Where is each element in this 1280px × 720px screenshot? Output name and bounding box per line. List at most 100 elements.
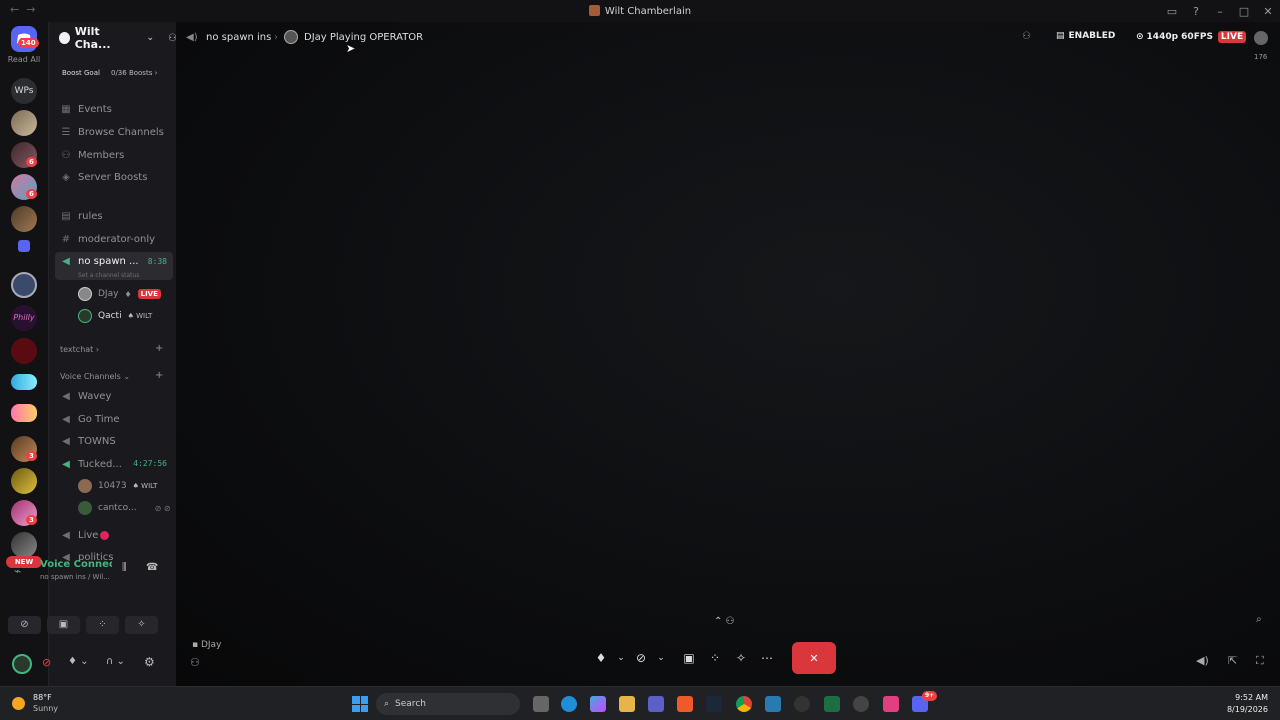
inbox-icon[interactable]: ▭ [1160, 5, 1184, 18]
voice-user-djay[interactable]: DJay ♦ LIVE [78, 287, 161, 301]
activities-button[interactable]: ⁘ [86, 616, 119, 634]
voice-channel-gotime[interactable]: ◀ Go Time [55, 409, 173, 429]
guild-4[interactable] [11, 206, 37, 232]
category-voice[interactable]: Voice Channels ⌄ [60, 372, 130, 381]
more-options-button[interactable]: ⋯ [754, 645, 780, 671]
copilot-icon[interactable] [590, 696, 606, 712]
volume-icon[interactable]: ◀) [1196, 654, 1209, 667]
minimize-button[interactable]: – [1208, 5, 1232, 18]
chevron-down-icon[interactable]: ⌄ [614, 645, 628, 671]
channel-rules[interactable]: ▤ rules [55, 206, 173, 226]
boost-count[interactable]: 0/36 Boosts › [111, 69, 157, 77]
avatar [78, 479, 92, 493]
chevron-down-icon[interactable]: ⌄ [654, 645, 668, 671]
settings-gear-icon[interactable]: ⚙ [144, 655, 155, 669]
avatar [78, 287, 92, 301]
file-explorer-icon[interactable] [619, 696, 635, 712]
voice-channel-live[interactable]: ◀ Live [55, 525, 173, 545]
mic-button[interactable]: ♦ [588, 645, 614, 671]
nav-server-boosts[interactable]: ◈ Server Boosts [55, 167, 173, 187]
channel-name[interactable]: no spawn ins [206, 32, 271, 43]
close-button[interactable]: ✕ [1256, 5, 1280, 18]
steam-icon[interactable] [706, 696, 722, 712]
mic-icon[interactable]: ♦ ⌄ [68, 656, 89, 667]
dm-badge: 140 [18, 38, 39, 48]
teams-icon[interactable] [648, 696, 664, 712]
nav-browse-channels[interactable]: ☰ Browse Channels [55, 122, 173, 142]
disconnect-icon[interactable]: ☎ [146, 562, 158, 573]
screen-icon: ▤ [1056, 31, 1065, 41]
photos-icon[interactable] [765, 696, 781, 712]
screen-share-button[interactable]: ▣ [676, 645, 702, 671]
taskbar-search[interactable]: ⌕ Search [376, 693, 520, 715]
brave-icon[interactable] [677, 696, 693, 712]
windows-start-icon[interactable] [352, 696, 368, 712]
user-avatar[interactable] [12, 654, 32, 674]
quality-chip[interactable]: ⊙ 1440p 60FPS LIVE [1136, 31, 1247, 43]
voice-user-qacti[interactable]: Qacti ♠ WILT [78, 309, 152, 323]
add-channel-icon[interactable]: + [155, 343, 163, 354]
voice-location[interactable]: no spawn ins / Wil... [40, 573, 110, 581]
windows-taskbar: 88°F Sunny ⌕ Search 9+ 9:52 AM 8/19/2026 [0, 686, 1280, 720]
camera-off-button[interactable]: ⊘ [628, 645, 654, 671]
obs-icon[interactable] [853, 696, 869, 712]
maximize-button[interactable]: □ [1232, 5, 1256, 18]
excel-icon[interactable] [824, 696, 840, 712]
voice-connected-status[interactable]: Voice Connecte [40, 559, 112, 570]
fullscreen-icon[interactable]: ⛶ [1256, 654, 1264, 668]
soundboard-icon[interactable]: ⫼ [122, 562, 127, 573]
voice-channel-tucked[interactable]: ◀ Tucked... 4:27:56 [55, 454, 173, 474]
live-badge: LIVE [137, 289, 161, 299]
popout-icon[interactable]: ⇱ [1228, 654, 1237, 667]
clock-time[interactable]: 9:52 AM [1210, 693, 1268, 702]
soundboard-button[interactable]: ✧ [728, 645, 754, 671]
edge-icon[interactable] [561, 696, 577, 712]
mouse-cursor-icon: ➤ [346, 42, 356, 55]
voice-channel-towns[interactable]: ◀ TOWNS [55, 431, 173, 451]
stream-view[interactable]: ◀) no spawn ins › DJay Playing OPERATOR … [176, 22, 1280, 686]
guild-pink[interactable] [11, 404, 37, 422]
chrome-icon[interactable] [736, 696, 752, 712]
guild-1[interactable] [11, 110, 37, 136]
viewer-count: 176 [1254, 53, 1268, 61]
viewer-avatar[interactable] [1254, 31, 1268, 45]
guild-red[interactable] [11, 338, 37, 364]
voice-channel-wavey[interactable]: ◀ Wavey [55, 386, 173, 406]
category-textchat[interactable]: textchat › [60, 345, 99, 354]
user-settings-icon[interactable]: ⚇ [1022, 31, 1031, 42]
weather-temp[interactable]: 88°F [33, 693, 52, 702]
channel-status[interactable]: Set a channel status [78, 272, 139, 279]
voice-user-cantco[interactable]: cantco... ⊘ ⊘ [78, 501, 171, 515]
soundboard-button[interactable]: ✧ [125, 616, 158, 634]
enabled-chip[interactable]: ▤ ENABLED [1056, 31, 1115, 41]
guild-6[interactable] [11, 468, 37, 494]
video-off-button[interactable]: ⊘ [8, 616, 41, 634]
weather-condition: Sunny [33, 704, 59, 713]
screen-share-button[interactable]: ▣ [47, 616, 80, 634]
zoom-icon[interactable]: ⌕ [1256, 614, 1262, 625]
server-header[interactable]: Wilt Cha... ⌄ ⚇ [49, 22, 177, 54]
channel-moderator-only[interactable]: # moderator-only [55, 229, 173, 249]
call-controls: ♦ ⌄ ⊘ ⌄ ▣ ⁘ ✧ ⋯ ✕ [588, 642, 836, 674]
speaker-icon: ◀ [62, 458, 70, 470]
activities-button[interactable]: ⁘ [702, 645, 728, 671]
voice-user-10473[interactable]: 10473 ♠ WILT [78, 479, 157, 493]
nav-events[interactable]: ▦ Events [55, 99, 173, 119]
task-view-icon[interactable] [533, 696, 549, 712]
app-pink-icon[interactable] [883, 696, 899, 712]
guild-cyan[interactable] [11, 374, 37, 390]
camera-off-icon[interactable]: ⊘ [42, 656, 51, 669]
headphones-icon[interactable]: ∩ ⌄ [106, 656, 125, 667]
app-g-icon[interactable] [794, 696, 810, 712]
nav-members[interactable]: ⚇ Members [55, 145, 173, 165]
add-channel-icon[interactable]: + [155, 370, 163, 381]
guild-wps[interactable]: WPs [11, 78, 37, 104]
expand-participants-button[interactable]: ⌃ ⚇ [714, 616, 735, 627]
guild-police[interactable] [11, 272, 37, 298]
add-person-icon[interactable]: ⚇ [190, 656, 200, 669]
read-all-button[interactable]: Read All [0, 55, 48, 64]
folder-icon[interactable] [18, 240, 30, 252]
help-icon[interactable]: ? [1184, 5, 1208, 18]
end-call-button[interactable]: ✕ [792, 642, 836, 674]
guild-philly[interactable]: Philly [11, 305, 37, 331]
